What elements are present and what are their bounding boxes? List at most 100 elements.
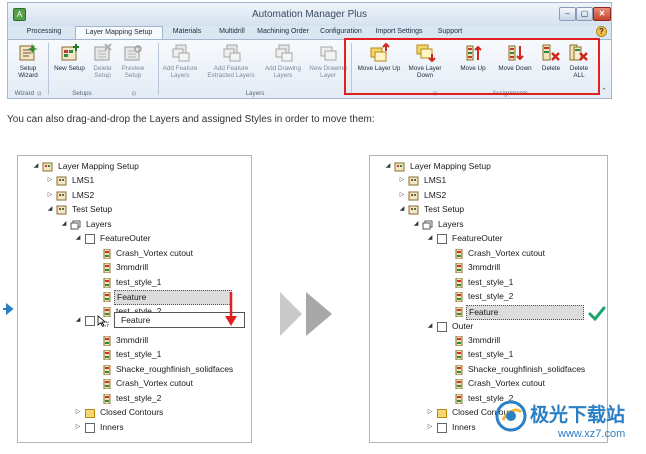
expand-arrow-icon[interactable]: ▷ (46, 189, 54, 202)
style-icon (455, 394, 463, 404)
add-feature-extracted-icon (223, 44, 241, 62)
style-icon (455, 249, 463, 259)
add-feature-layers-button[interactable]: Add Feature Layers (161, 43, 199, 79)
new-setup-label: New Setup (54, 65, 85, 72)
delete-setup-button[interactable]: Delete Setup (89, 43, 116, 79)
style-icon (103, 263, 111, 273)
style-icon (455, 263, 463, 273)
close-button[interactable]: ✕ (593, 7, 611, 21)
collapse-arrow-icon[interactable]: ◢ (46, 203, 54, 216)
style-icon (455, 307, 463, 317)
collapse-arrow-icon[interactable]: ◢ (384, 160, 392, 173)
expand-arrow-icon[interactable]: ▷ (398, 189, 406, 202)
assignments-highlight-box (344, 38, 600, 95)
layer-icon (437, 322, 447, 332)
add-feature-extracted-layers-button[interactable]: Add Feature Extracted Layers (203, 43, 259, 79)
expand-arrow-icon[interactable]: ▷ (398, 174, 406, 187)
separator (158, 43, 159, 95)
add-drawing-layers-icon (275, 44, 293, 62)
collapse-arrow-icon[interactable]: ◢ (426, 232, 434, 245)
minimize-button[interactable]: – (559, 7, 576, 21)
pointer-arrow-icon (3, 302, 14, 316)
layer-icon (85, 316, 95, 326)
style-icon (103, 278, 111, 288)
tab-processing[interactable]: Processing (14, 26, 74, 39)
help-icon[interactable]: ? (596, 26, 607, 37)
style-icon (455, 350, 463, 360)
setup-icon (408, 191, 419, 201)
layer-icon (437, 234, 447, 244)
add-drawing-layers-button[interactable]: Add Drawing Layers (262, 43, 304, 79)
expand-arrow-icon[interactable]: ▷ (74, 421, 82, 434)
drag-direction-arrow-icon (225, 292, 237, 326)
delete-setup-label: Delete Setup (93, 65, 112, 79)
layers-icon (70, 220, 81, 230)
watermark-title: 极光下载站 (530, 404, 626, 426)
style-icon (103, 292, 111, 302)
setup-icon (56, 205, 67, 215)
tab-multidrill[interactable]: Multidrill (211, 26, 253, 39)
collapse-arrow-icon[interactable]: ◢ (60, 218, 68, 231)
new-drawing-layer-icon (320, 46, 337, 61)
style-icon (103, 365, 111, 375)
collapse-arrow-icon[interactable]: ◢ (426, 320, 434, 333)
setup-wizard-button[interactable]: Setup Wizard (10, 43, 46, 79)
folder-icon (437, 409, 447, 418)
expand-arrow-icon[interactable]: ▷ (426, 406, 434, 419)
group-layers-label: Layers (245, 90, 265, 97)
add-feature-layers-icon (172, 44, 190, 62)
style-icon (455, 365, 463, 375)
tree-before-panel: ◢ Layer Mapping Setup ▷ LMS1 ▷ LMS2 ◢ Te… (17, 155, 252, 443)
setup-icon (56, 191, 67, 201)
new-setup-button[interactable]: New Setup (51, 43, 88, 72)
new-drawing-layer-label: New Drawing Layer (309, 65, 347, 79)
wizard-icon (19, 44, 38, 61)
layer-icon (85, 423, 95, 433)
preview-setup-button[interactable]: Preview Setup (118, 43, 148, 79)
add-feature-layers-label: Add Feature Layers (162, 65, 198, 79)
layers-icon (422, 220, 433, 230)
setup-icon (408, 205, 419, 215)
new-drawing-layer-button[interactable]: New Drawing Layer (307, 43, 349, 79)
collapse-arrow-icon[interactable]: ◢ (412, 218, 420, 231)
folder-icon (85, 409, 95, 418)
watermark-logo-icon (495, 400, 527, 432)
style-icon (455, 292, 463, 302)
setup-wizard-label: Setup Wizard (18, 65, 38, 79)
separator (48, 43, 49, 95)
style-icon (103, 379, 111, 389)
style-icon (103, 336, 111, 346)
title-bar: A Automation Manager Plus – ▢ ✕ (8, 3, 611, 26)
setup-icon (56, 176, 67, 186)
expand-arrow-icon[interactable]: ▷ (46, 174, 54, 187)
setup-root-icon (42, 162, 53, 172)
caption-text: You can also drag-and-drop the Layers an… (7, 114, 375, 125)
delete-setup-icon (94, 43, 112, 61)
new-setup-icon (61, 44, 79, 61)
tab-materials[interactable]: Materials (164, 26, 210, 39)
tab-machining-order[interactable]: Machining Order (254, 26, 312, 39)
expand-arrow-icon[interactable]: ▷ (74, 406, 82, 419)
add-drawing-layers-label: Add Drawing Layers (264, 65, 302, 79)
group-setups-label: Setups ⊡ (72, 90, 136, 97)
preview-setup-icon (124, 45, 142, 61)
style-icon (103, 350, 111, 360)
collapse-arrow-icon[interactable]: ◢ (398, 203, 406, 216)
add-feature-extracted-layers-label: Add Feature Extracted Layers (207, 65, 255, 79)
drag-cursor-icon (97, 315, 109, 327)
collapse-arrow-icon[interactable]: ◢ (32, 160, 40, 173)
checkmark-icon (588, 306, 606, 322)
collapse-arrow-icon[interactable]: ◢ (74, 314, 82, 327)
layer-icon (85, 234, 95, 244)
layer-icon (437, 423, 447, 433)
expand-arrow-icon[interactable]: ▷ (426, 421, 434, 434)
maximize-button[interactable]: ▢ (576, 7, 593, 21)
style-icon (455, 336, 463, 346)
collapse-ribbon-icon[interactable]: ⌃ (601, 87, 607, 95)
tab-layer-mapping-setup[interactable]: Layer Mapping Setup (75, 26, 163, 39)
collapse-arrow-icon[interactable]: ◢ (74, 232, 82, 245)
setup-root-icon (394, 162, 405, 172)
setup-icon (408, 176, 419, 186)
style-icon (103, 249, 111, 259)
watermark-url: www.xz7.com (558, 428, 626, 440)
